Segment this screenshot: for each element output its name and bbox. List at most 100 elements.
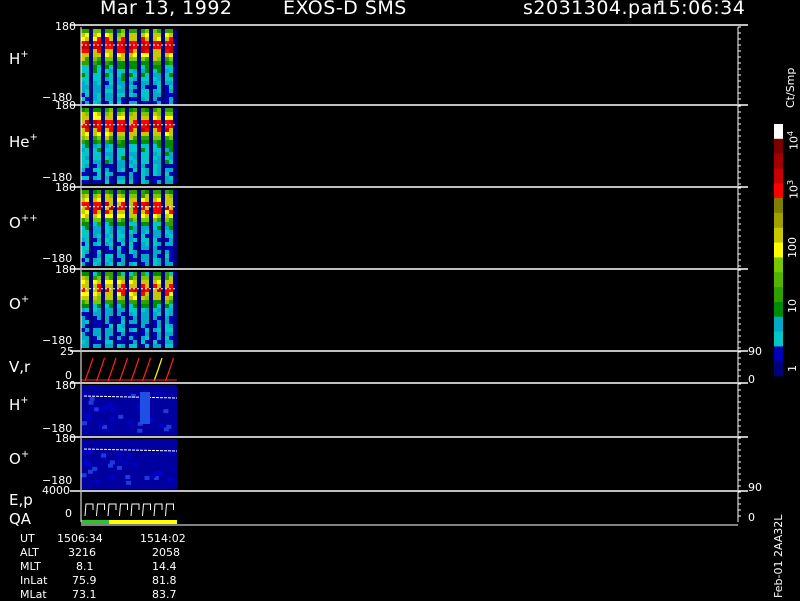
low-energy-cell bbox=[156, 392, 162, 397]
spectrogram-cell bbox=[173, 108, 178, 112]
spectrogram-cell bbox=[165, 57, 170, 61]
spectrogram-cell bbox=[101, 332, 106, 336]
spectrogram-cell bbox=[117, 328, 122, 332]
spectrogram-cell bbox=[117, 85, 122, 89]
spectrogram-cell bbox=[149, 65, 154, 69]
spectrogram-cell bbox=[173, 332, 178, 336]
spectrogram-cell bbox=[93, 144, 98, 148]
ytick-max: 180 bbox=[55, 379, 76, 392]
spectrogram-cell bbox=[105, 194, 110, 198]
spectrogram-cell bbox=[81, 296, 86, 300]
spectrogram-cell bbox=[133, 61, 138, 65]
spectrogram-cell bbox=[101, 85, 106, 89]
spectrogram-cell bbox=[145, 49, 150, 53]
spectrogram-cell bbox=[149, 254, 154, 258]
spectrogram-cell bbox=[137, 41, 142, 45]
spectrogram-cell bbox=[141, 304, 146, 308]
spectrogram-cell bbox=[89, 210, 94, 214]
spectrogram-cell bbox=[109, 77, 114, 81]
spectrogram-cell bbox=[97, 168, 102, 172]
spectrogram-cell bbox=[153, 152, 158, 156]
spectrogram-cell bbox=[161, 340, 166, 344]
spectrogram-cell bbox=[165, 226, 170, 230]
spectrogram-cell bbox=[133, 93, 138, 97]
spectrogram-cell bbox=[161, 61, 166, 65]
spectrogram-cell bbox=[141, 242, 146, 246]
spectrogram-cell bbox=[93, 222, 98, 226]
spectrogram-cell bbox=[109, 280, 114, 284]
spectrogram-cell bbox=[173, 69, 178, 73]
spectrogram-cell bbox=[85, 234, 90, 238]
spectrogram-cell bbox=[129, 112, 134, 116]
spectrogram-cell bbox=[165, 230, 170, 234]
spectrogram-cell bbox=[81, 120, 86, 124]
spectrogram-cell bbox=[113, 29, 118, 33]
spectrogram-cell bbox=[157, 198, 162, 202]
spectrogram-cell bbox=[93, 344, 98, 348]
spectrogram-cell bbox=[85, 144, 90, 148]
spectrogram-cell bbox=[145, 296, 150, 300]
spectrogram-cell bbox=[149, 210, 154, 214]
spectrogram-cell bbox=[89, 61, 94, 65]
spectrogram-cell bbox=[129, 340, 134, 344]
spectrogram-cell bbox=[109, 250, 114, 254]
spectrogram-cell bbox=[113, 276, 118, 280]
spectrogram-cell bbox=[121, 93, 126, 97]
spectrogram-cell bbox=[85, 53, 90, 57]
spectrogram-cell bbox=[157, 242, 162, 246]
spectrogram-cell bbox=[113, 172, 118, 176]
spectrogram-cell bbox=[129, 190, 134, 194]
spectrogram-cell bbox=[133, 262, 138, 266]
spectrogram-cell bbox=[97, 116, 102, 120]
spectrogram-cell bbox=[149, 168, 154, 172]
spectrogram-cell bbox=[133, 276, 138, 280]
spectrogram-cell bbox=[117, 168, 122, 172]
spectrogram-cell bbox=[117, 284, 122, 288]
spectrogram-cell bbox=[137, 116, 142, 120]
spectrogram-cell bbox=[173, 97, 178, 101]
spectrogram-cell bbox=[121, 33, 126, 37]
spectrogram-cell bbox=[153, 246, 158, 250]
spectrogram-cell bbox=[149, 242, 154, 246]
spectrogram-cell bbox=[89, 53, 94, 57]
spectrogram-cell bbox=[109, 242, 114, 246]
footer-alt-start: 3216 bbox=[68, 546, 96, 559]
spectrogram-cell bbox=[169, 152, 174, 156]
spectrogram-cell bbox=[113, 53, 118, 57]
spectrogram-cell bbox=[161, 89, 166, 93]
spectrogram-cell bbox=[133, 250, 138, 254]
spectrogram-cell bbox=[85, 296, 90, 300]
spectrogram-cell bbox=[105, 258, 110, 262]
spectrogram-cell bbox=[97, 164, 102, 168]
spectrogram-cell bbox=[97, 292, 102, 296]
spectrogram-cell bbox=[121, 144, 126, 148]
spectrogram-cell bbox=[105, 246, 110, 250]
spectrogram-cell bbox=[157, 85, 162, 89]
spectrogram-cell bbox=[117, 202, 122, 206]
spectrogram-cell bbox=[81, 312, 86, 316]
spectrogram-cell bbox=[93, 65, 98, 69]
spectrogram-cell bbox=[129, 69, 134, 73]
spectrogram-cell bbox=[89, 304, 94, 308]
spectrogram-cell bbox=[117, 136, 122, 140]
spectrogram-cell bbox=[109, 254, 114, 258]
spectrogram-cell bbox=[173, 238, 178, 242]
spectrogram-cell bbox=[129, 300, 134, 304]
spectrogram-cell bbox=[169, 148, 174, 152]
spectrogram-cell bbox=[153, 202, 158, 206]
spectrogram-cell bbox=[101, 81, 106, 85]
spectrogram-cell bbox=[141, 324, 146, 328]
spectrogram-cell bbox=[113, 152, 118, 156]
spectrogram-cell bbox=[169, 214, 174, 218]
spectrogram-cell bbox=[133, 160, 138, 164]
spectrogram-cell bbox=[81, 65, 86, 69]
spectrogram-cell bbox=[149, 180, 154, 184]
spectrogram-cell bbox=[89, 73, 94, 77]
spectrogram-cell bbox=[89, 144, 94, 148]
spectrogram-cell bbox=[89, 45, 94, 49]
low-energy-cell bbox=[116, 465, 122, 470]
spectrogram-cell bbox=[137, 120, 142, 124]
panel-label-o-plus-low: O+ bbox=[9, 449, 30, 468]
spectrogram-cell bbox=[129, 202, 134, 206]
spectrogram-cell bbox=[117, 246, 122, 250]
